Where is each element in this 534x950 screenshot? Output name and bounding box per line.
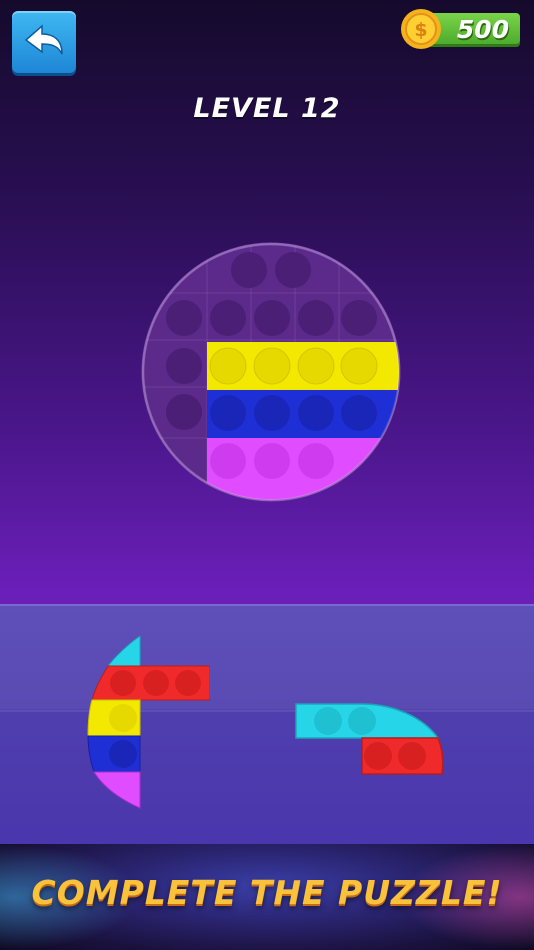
puzzle-piece-right[interactable]: [292, 690, 446, 780]
coin-icon: $: [401, 9, 441, 49]
level-title: LEVEL 12: [193, 93, 341, 124]
coin-counter: $ 500: [400, 8, 524, 50]
pink-bubbles: [210, 443, 334, 479]
tray-divider: [0, 710, 534, 712]
coin-symbol: $: [414, 19, 427, 41]
coin-value: 500: [456, 15, 510, 44]
banner-text: COMPLETE THE PUZZLE!: [31, 873, 503, 912]
puzzle-board: [141, 242, 401, 502]
back-arrow-icon: [24, 24, 63, 55]
back-button[interactable]: [12, 11, 76, 73]
puzzle-piece-left[interactable]: [86, 636, 210, 812]
game-screen: $ 500 LEVEL 12 COMPLETE THE PUZZLE!: [0, 0, 534, 950]
piece-tray: [0, 604, 534, 844]
